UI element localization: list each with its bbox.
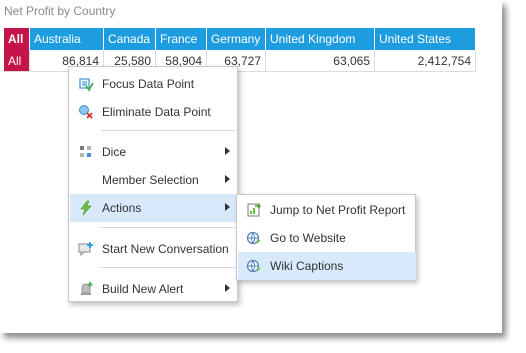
menu-item-label: Build New Alert <box>102 282 184 296</box>
menu-item-label: Dice <box>102 145 127 159</box>
lightning-icon <box>76 198 96 218</box>
menu-item-member-selection[interactable]: Member Selection <box>70 166 236 194</box>
column-header-france[interactable]: France <box>156 28 207 50</box>
column-header-australia[interactable]: Australia <box>30 28 104 50</box>
column-header-united-kingdom[interactable]: United Kingdom <box>266 28 375 50</box>
eliminate-data-point-icon <box>76 102 96 122</box>
menu-divider <box>101 130 235 131</box>
row-header-all-cell[interactable]: All <box>4 50 30 72</box>
header-all-cell[interactable]: All <box>4 28 30 50</box>
globe-icon <box>244 256 264 276</box>
submenu-item-wiki-captions[interactable]: Wiki Captions <box>238 252 416 280</box>
menu-divider <box>101 267 235 268</box>
menu-item-label: Eliminate Data Point <box>102 105 211 119</box>
menu-item-start-new-conversation[interactable]: Start New Conversation <box>70 235 236 263</box>
panel-title: Net Profit by Country <box>4 4 116 18</box>
menu-divider <box>101 227 235 228</box>
value-cell-united-states[interactable]: 2,412,754 <box>375 50 476 72</box>
submenu-arrow-icon <box>225 175 230 183</box>
alert-bell-icon <box>76 279 96 299</box>
header-row: All Australia Canada France Germany Unit… <box>4 28 476 50</box>
value-cell-united-kingdom[interactable]: 63,065 <box>266 50 375 72</box>
menu-item-label: Member Selection <box>102 173 199 187</box>
menu-item-label: Focus Data Point <box>102 77 195 91</box>
focus-data-point-icon <box>76 74 96 94</box>
globe-icon <box>244 228 264 248</box>
dice-icon <box>76 142 96 162</box>
submenu-item-label: Wiki Captions <box>270 259 344 273</box>
menu-item-dice[interactable]: Dice <box>70 138 236 166</box>
menu-item-focus-data-point[interactable]: Focus Data Point <box>70 70 236 98</box>
context-menu: Focus Data Point Eliminate Data Point Di… <box>68 66 238 302</box>
menu-item-actions[interactable]: Actions <box>70 194 236 222</box>
submenu-item-jump-to-net-profit-report[interactable]: Jump to Net Profit Report <box>238 196 416 224</box>
column-header-canada[interactable]: Canada <box>104 28 156 50</box>
report-jump-icon <box>244 200 264 220</box>
submenu-arrow-icon <box>225 147 230 155</box>
submenu-item-label: Go to Website <box>270 231 346 245</box>
conversation-icon <box>76 239 96 259</box>
actions-submenu: Jump to Net Profit Report Go to Website … <box>236 194 416 280</box>
submenu-arrow-icon <box>225 203 230 211</box>
menu-item-eliminate-data-point[interactable]: Eliminate Data Point <box>70 98 236 126</box>
column-header-germany[interactable]: Germany <box>207 28 266 50</box>
submenu-item-label: Jump to Net Profit Report <box>270 203 406 217</box>
menu-item-label: Actions <box>102 201 142 215</box>
menu-item-build-new-alert[interactable]: Build New Alert <box>70 275 236 303</box>
menu-item-label: Start New Conversation <box>102 242 229 256</box>
submenu-item-go-to-website[interactable]: Go to Website <box>238 224 416 252</box>
submenu-arrow-icon <box>225 284 230 292</box>
column-header-united-states[interactable]: United States <box>375 28 476 50</box>
